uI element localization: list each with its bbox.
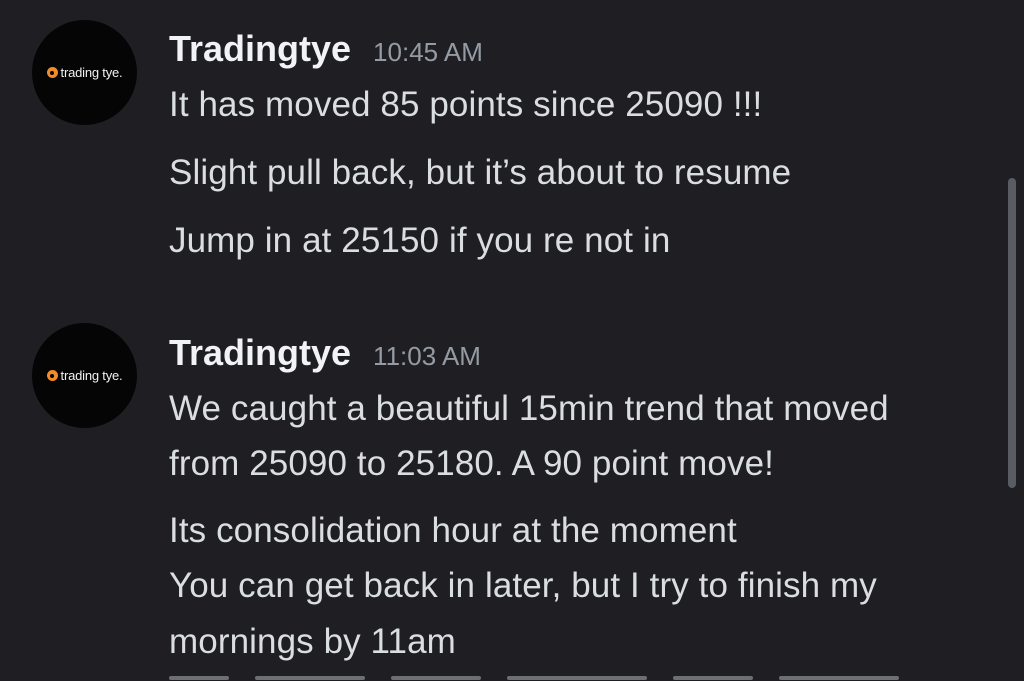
- avatar-logo-text: trading tye.: [60, 368, 123, 383]
- avatar-logo: trading tye.: [46, 368, 123, 383]
- message-line: It has moved 85 points since 25090 !!!: [169, 85, 763, 124]
- timestamp[interactable]: 10:45 AM: [373, 37, 483, 68]
- message-line: Slight pull back, but it’s about to resu…: [169, 153, 792, 192]
- message-line: from 25090 to 25180. A 90 point move!: [169, 444, 774, 483]
- message-line: mornings by 11am: [169, 622, 456, 661]
- orange-circle-logo-icon: [46, 370, 58, 381]
- timestamp[interactable]: 11:03 AM: [373, 341, 481, 372]
- avatar-logo-text: trading tye.: [60, 65, 123, 80]
- chat-message-list: trading tye. Tradingtye 10:45 AM It has …: [0, 0, 1024, 681]
- username[interactable]: Tradingtye: [169, 332, 351, 374]
- scrollbar-thumb[interactable]: [1008, 178, 1016, 488]
- message-line: We caught a beautiful 15min trend that m…: [169, 389, 889, 428]
- username[interactable]: Tradingtye: [169, 28, 351, 70]
- message-header: Tradingtye 10:45 AM: [169, 28, 483, 70]
- orange-circle-logo-icon: [46, 67, 58, 78]
- message-line: Jump in at 25150 if you re not in: [169, 221, 671, 260]
- avatar-logo: trading tye.: [46, 65, 123, 80]
- message-line-cut-off: [169, 668, 929, 681]
- message-header: Tradingtye 11:03 AM: [169, 332, 481, 374]
- avatar[interactable]: trading tye.: [32, 20, 137, 125]
- avatar[interactable]: trading tye.: [32, 323, 137, 428]
- message-line: You can get back in later, but I try to …: [169, 566, 877, 605]
- message-line: Its consolidation hour at the moment: [169, 511, 737, 550]
